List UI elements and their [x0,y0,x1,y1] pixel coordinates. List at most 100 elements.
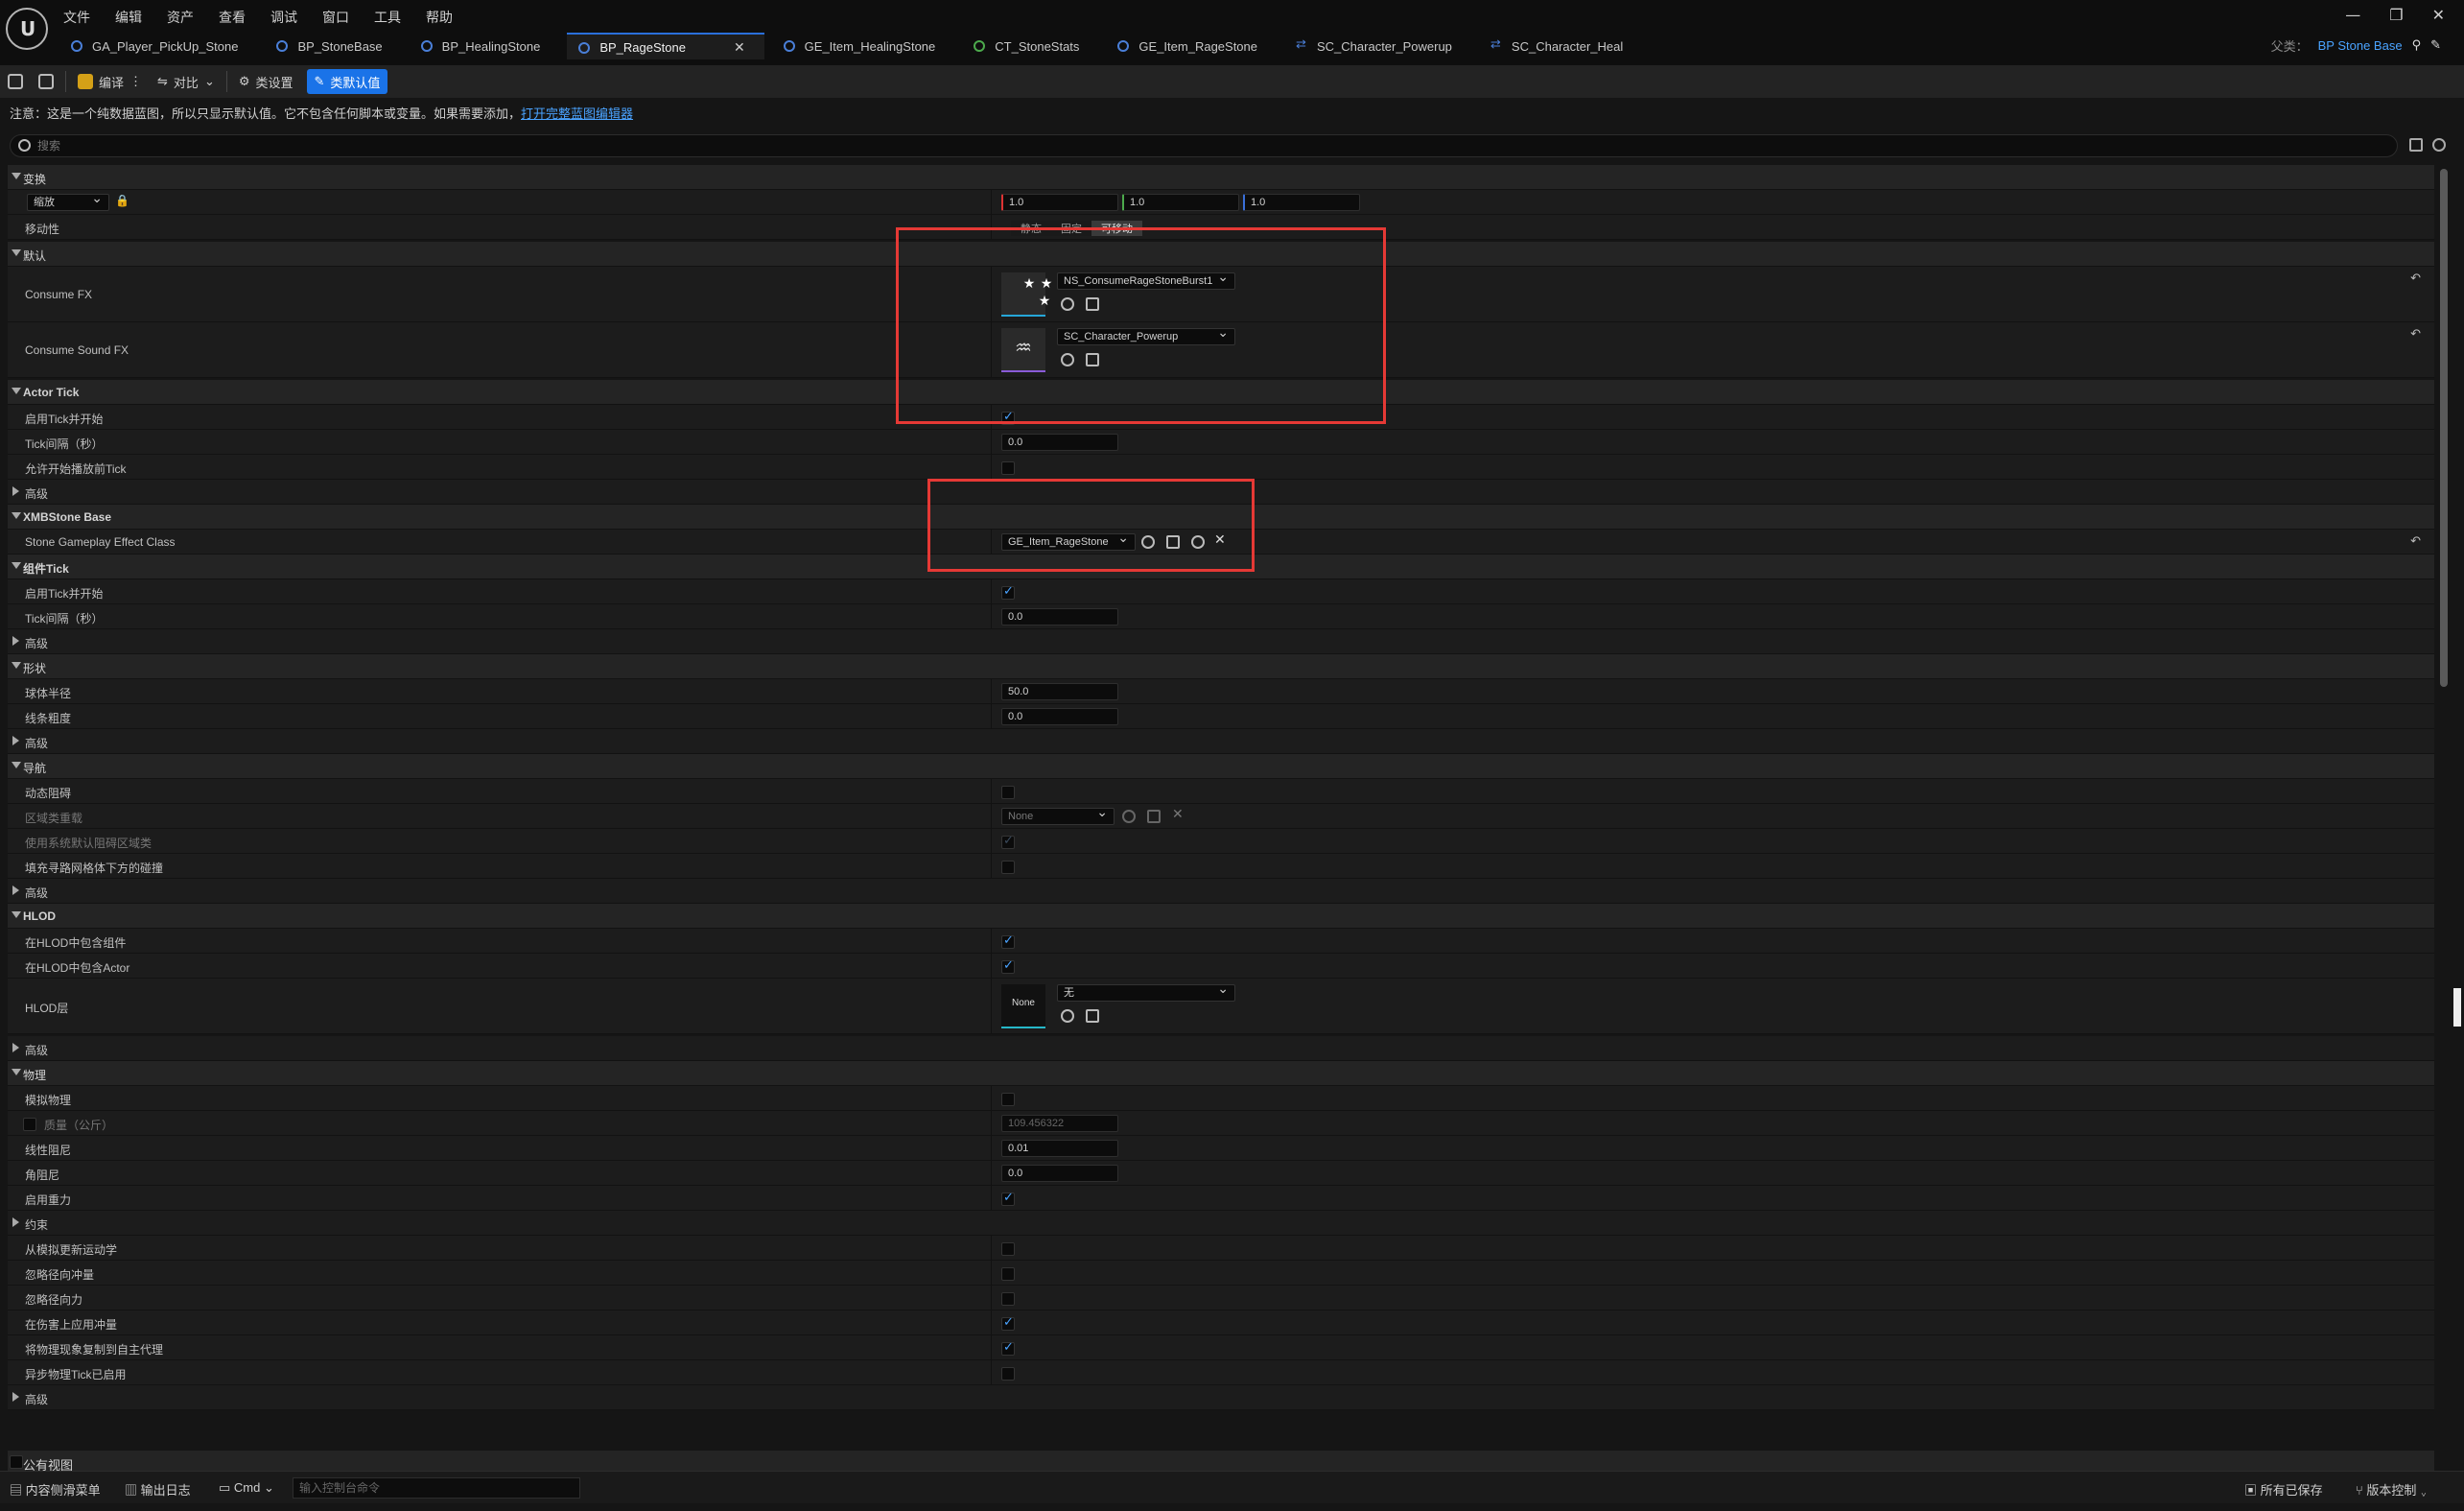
table-view-icon[interactable] [2409,138,2423,152]
close-tab-icon[interactable]: ✕ [734,39,745,56]
async-physics-tick-checkbox[interactable] [1001,1367,1015,1381]
restore-button[interactable]: ❐ [2389,6,2403,24]
use-selected-icon[interactable] [1122,810,1136,823]
tick-interval-field[interactable]: 0.0 [1001,434,1118,451]
category-navigation[interactable]: 导航 [8,754,2434,779]
line-thickness-field[interactable]: 0.0 [1001,708,1118,725]
hlod-layer-thumbnail[interactable]: None [1001,984,1045,1028]
use-system-area-checkbox[interactable] [1001,834,1015,849]
reset-to-default-icon[interactable]: ↶ [2410,534,2421,549]
advanced-comp-tick[interactable]: 高级 [8,629,2434,654]
menu-view[interactable]: 查看 [219,8,246,27]
fill-collision-checkbox[interactable] [1001,861,1015,874]
details-search-input[interactable] [37,137,2339,154]
advanced-hlod[interactable]: 高级 [8,1036,2434,1061]
constraints-group[interactable]: 约束 [8,1211,2434,1236]
linear-damping-field[interactable]: 0.01 [1001,1140,1118,1157]
category-transform[interactable]: 变换 [8,165,2434,190]
comp-tick-interval-field[interactable]: 0.0 [1001,608,1118,626]
tab-ge-item-healingstone[interactable]: GE_Item_HealingStone [772,33,955,59]
advanced-shape[interactable]: 高级 [8,729,2434,754]
reset-to-default-icon[interactable]: ↶ [2410,327,2421,342]
collapse-arrow-icon [12,249,21,256]
reset-to-default-icon[interactable]: ↶ [2410,272,2421,286]
source-control-button[interactable]: ⑂ 版本控制 ⌄ [2356,1480,2428,1499]
edit-icon[interactable]: ✎ [2430,38,2441,53]
menu-asset[interactable]: 资产 [167,8,194,27]
content-drawer-button[interactable]: ▤ 内容侧滑菜单 [10,1480,101,1499]
close-window-button[interactable]: ✕ [2432,6,2445,24]
dynamic-obstacle-checkbox[interactable] [1001,786,1015,799]
comp-tick-start-checkbox[interactable] [1001,584,1015,600]
tab-ga-player-pickup-stone[interactable]: GA_Player_PickUp_Stone [59,33,257,59]
enable-gravity-checkbox[interactable] [1001,1191,1015,1206]
browse-asset-icon[interactable] [1147,810,1161,823]
category-physics[interactable]: 物理 [8,1061,2434,1086]
menu-edit[interactable]: 编辑 [115,8,142,27]
lock-icon[interactable]: 🔒 [115,194,129,207]
ignore-radial-impulse-checkbox[interactable] [1001,1267,1015,1281]
diff-button[interactable]: ⇋ 对比 ⌄ [150,69,223,94]
menu-tools[interactable]: 工具 [374,8,401,27]
tab-bp-healingstone[interactable]: BP_HealingStone [410,33,560,59]
class-defaults-button[interactable]: ✎ 类默认值 [306,69,388,94]
sphere-radius-field[interactable]: 50.0 [1001,683,1118,700]
browse-button[interactable] [31,69,61,94]
menu-file[interactable]: 文件 [63,8,90,27]
category-shape[interactable]: 形状 [8,654,2434,679]
column-divider [991,579,992,603]
hlod-include-actor-checkbox[interactable] [1001,958,1015,974]
expand-arrow-icon [12,486,19,496]
ignore-radial-force-checkbox[interactable] [1001,1292,1015,1306]
mass-field[interactable]: 109.456322 [1001,1115,1118,1132]
use-selected-icon[interactable] [1061,1009,1074,1023]
details-scrollbar[interactable] [2440,169,2448,687]
output-log-icon: ▥ [125,1483,141,1498]
tab-sc-character-powerup[interactable]: ⇄ SC_Character_Powerup [1284,33,1471,59]
minimize-button[interactable]: — [2345,6,2360,24]
class-settings-button[interactable]: ⚙ 类设置 [231,69,301,94]
parent-class: 父类： BP Stone Base ⚲ ✎ [2270,38,2441,54]
more-options-icon[interactable]: ⋮ [129,74,142,89]
category-hlod[interactable]: HLOD [8,904,2434,929]
all-saved-button[interactable]: ▣ 所有已保存 [2244,1480,2323,1499]
scale-z-field[interactable]: 1.0 [1243,194,1360,211]
advanced-navigation[interactable]: 高级 [8,879,2434,904]
public-view-checkbox[interactable] [10,1455,23,1469]
advanced-physics[interactable]: 高级 [8,1385,2434,1410]
simulate-physics-checkbox[interactable] [1001,1093,1015,1106]
apply-impulse-on-damage-checkbox[interactable] [1001,1315,1015,1331]
unreal-logo-icon[interactable]: U [6,8,48,50]
console-command-input[interactable]: 输入控制台命令 [293,1477,580,1499]
tab-ct-stonestats[interactable]: CT_StoneStats [962,33,1098,59]
browse-asset-icon[interactable] [1086,1009,1099,1023]
tab-sc-character-heal[interactable]: ⇄ SC_Character_Heal [1479,33,1642,59]
parent-class-link[interactable]: BP Stone Base [2318,38,2403,53]
save-button[interactable] [0,69,31,94]
open-full-editor-link[interactable]: 打开完整蓝图编辑器 [521,106,633,121]
menu-help[interactable]: 帮助 [426,8,453,27]
scale-y-field[interactable]: 1.0 [1122,194,1239,211]
area-class-dropdown[interactable]: None [1001,805,1115,825]
tick-before-play-checkbox[interactable] [1001,461,1015,475]
hlod-layer-dropdown[interactable]: 无 [1057,981,1235,1002]
update-kinematic-checkbox[interactable] [1001,1242,1015,1256]
clear-icon[interactable]: ✕ [1172,807,1184,822]
menu-debug[interactable]: 调试 [270,8,297,27]
menu-window[interactable]: 窗口 [322,8,349,27]
output-log-button[interactable]: ▥ 输出日志 [125,1480,191,1499]
search-icon[interactable]: ⚲ [2412,38,2422,53]
scale-x-field[interactable]: 1.0 [1001,194,1118,211]
tab-bp-ragestone[interactable]: BP_RageStone ✕ [567,33,764,59]
angular-damping-field[interactable]: 0.0 [1001,1165,1118,1182]
mass-override-checkbox[interactable] [23,1118,36,1131]
settings-icon[interactable] [2432,138,2446,152]
compile-button[interactable]: 编译 ⋮ [70,69,150,94]
scale-mode-dropdown[interactable]: 缩放 [27,191,109,211]
column-divider [991,1360,992,1384]
replicate-physics-checkbox[interactable] [1001,1340,1015,1356]
hlod-include-component-checkbox[interactable] [1001,933,1015,949]
cmd-dropdown[interactable]: ▭ Cmd ⌄ [219,1480,274,1496]
tab-bp-stonebase[interactable]: BP_StoneBase [265,33,401,59]
tab-ge-item-ragestone[interactable]: GE_Item_RageStone [1106,33,1277,59]
